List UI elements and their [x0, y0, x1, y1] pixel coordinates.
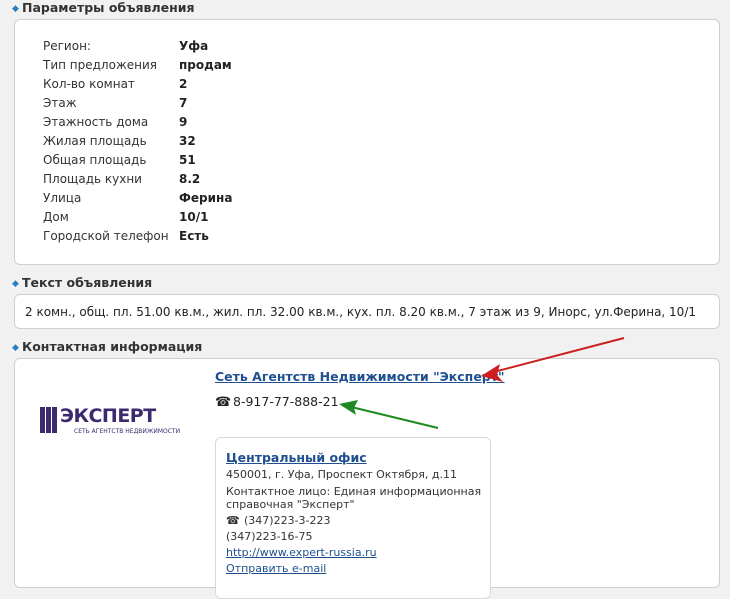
param-label: Регион: [43, 39, 91, 53]
agency-name-link[interactable]: Сеть Агентств Недвижимости "Эксперт" [215, 369, 505, 384]
param-value: 8.2 [179, 172, 201, 186]
param-value: продам [179, 58, 232, 72]
param-label: Городской телефон [43, 229, 169, 243]
param-value: 7 [179, 96, 188, 110]
bullet-icon: ◆ [12, 4, 19, 14]
office-address: 450001, г. Уфа, Проспект Октября, д.11 [226, 468, 457, 481]
param-label: Этажность дома [43, 115, 149, 129]
bullet-icon: ◆ [12, 343, 19, 353]
params-title-text: Параметры объявления [22, 0, 195, 15]
param-label: Улица [43, 191, 82, 205]
office-contact-line2: справочная "Эксперт" [226, 498, 355, 511]
office-phone1: ☎ (347)223-3-223 [226, 514, 331, 527]
param-value: Уфа [179, 39, 209, 53]
telephone-icon: ☎ [226, 514, 240, 527]
logo-text: ЭКСПЕРТ [60, 405, 156, 427]
param-value: Ферина [179, 191, 233, 205]
param-label: Этаж [43, 96, 77, 110]
phone-number: 8-917-77-888-21 [233, 394, 339, 409]
param-label: Жилая площадь [43, 134, 147, 148]
param-label: Общая площадь [43, 153, 147, 167]
adtext-section-title: ◆ Текст объявления [12, 275, 152, 290]
logo-bar [40, 407, 45, 433]
param-label: Кол-во комнат [43, 77, 135, 91]
param-label: Площадь кухни [43, 172, 142, 186]
contact-section-title: ◆ Контактная информация [12, 339, 202, 354]
office-title-link[interactable]: Центральный офис [226, 450, 367, 465]
adtext-panel: 2 комн., общ. пл. 51.00 кв.м., жил. пл. … [14, 294, 720, 329]
params-section-title: ◆ Параметры объявления [12, 0, 195, 15]
logo-bar [52, 407, 57, 433]
logo-bar [46, 407, 51, 433]
office-phone1-number: (347)223-3-223 [244, 514, 331, 527]
send-email-link[interactable]: Отправить e-mail [226, 562, 326, 575]
agency-phone: ☎ 8-917-77-888-21 [215, 394, 339, 410]
telephone-icon: ☎ [215, 395, 232, 410]
logo-graphic: ЭКСПЕРТ СЕТЬ АГЕНТСТВ НЕДВИЖИМОСТИ [40, 405, 180, 435]
logo-subtext: СЕТЬ АГЕНТСТВ НЕДВИЖИМОСТИ [74, 428, 180, 435]
param-label: Дом [43, 210, 69, 224]
office-phone2: (347)223-16-75 [226, 530, 313, 543]
office-card: Центральный офис 450001, г. Уфа, Проспек… [215, 437, 491, 599]
ad-description: 2 комн., общ. пл. 51.00 кв.м., жил. пл. … [25, 305, 696, 319]
office-contact-line1: Контактное лицо: Единая информационная [226, 485, 482, 498]
contact-panel: ЭКСПЕРТ СЕТЬ АГЕНТСТВ НЕДВИЖИМОСТИ Сеть … [14, 358, 720, 599]
param-label: Тип предложения [43, 58, 157, 72]
adtext-title-text: Текст объявления [22, 275, 153, 290]
param-value: Есть [179, 229, 209, 243]
office-website-link[interactable]: http://www.expert-russia.ru [226, 546, 377, 559]
param-value: 10/1 [179, 210, 209, 224]
param-value: 2 [179, 77, 188, 91]
contact-title-text: Контактная информация [22, 339, 203, 354]
expert-logo: ЭКСПЕРТ СЕТЬ АГЕНТСТВ НЕДВИЖИМОСТИ [40, 403, 190, 437]
param-value: 51 [179, 153, 196, 167]
param-value: 9 [179, 115, 188, 129]
param-value: 32 [179, 134, 196, 148]
bullet-icon: ◆ [12, 279, 19, 289]
params-panel: Регион: Уфа Тип предложения продам Кол-во … [14, 19, 720, 265]
